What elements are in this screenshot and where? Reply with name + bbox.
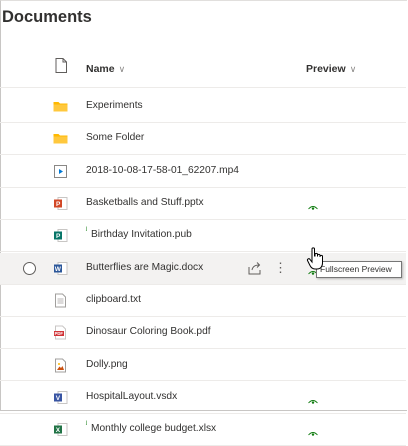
excel-file-icon: X [53,422,68,437]
powerpoint-file-icon: P [53,196,68,211]
visio-file-icon: V [53,390,68,405]
page-title: Documents [2,8,92,26]
file-name-link[interactable]: Monthly college budget.xlsx [91,423,216,434]
word-file-icon: W [53,261,68,276]
svg-text:P: P [56,201,61,208]
file-name-link[interactable]: Butterflies are Magic.docx [86,262,203,273]
file-type-header-icon[interactable] [55,58,67,73]
image-file-icon [53,358,68,373]
preview-column-label: Preview [306,63,346,75]
file-name-link[interactable]: Some Folder [86,132,144,143]
file-name-link[interactable]: Experiments [86,100,143,111]
hand-pointer-cursor-icon [306,247,323,270]
publisher-file-icon: P [53,228,68,243]
svg-text:PDF: PDF [55,331,64,336]
preview-eye-icon[interactable] [308,199,318,210]
video-file-icon [53,164,68,179]
chevron-down-icon: ∨ [118,64,126,74]
new-item-indicator-icon: ʲ [86,419,88,429]
name-column-label: Name [86,63,115,75]
svg-text:W: W [55,266,62,273]
file-name-link[interactable]: clipboard.txt [86,294,141,305]
file-name-link[interactable]: 2018-10-08-17-58-01_62207.mp4 [86,165,239,176]
folder-icon [53,99,68,114]
svg-text:V: V [56,395,61,402]
pdf-file-icon: PDF [53,325,68,340]
preview-eye-icon[interactable] [308,393,318,404]
folder-icon [53,131,68,146]
svg-text:P: P [56,233,61,240]
file-name-link[interactable]: Birthday Invitation.pub [91,229,192,240]
name-column-header[interactable]: Name ∨ [86,63,125,75]
chevron-down-icon: ∨ [349,64,357,74]
share-icon[interactable] [248,261,262,275]
row-select-radio[interactable] [23,261,36,275]
file-name-link[interactable]: Dolly.png [86,359,128,370]
svg-text:X: X [56,427,61,434]
text-file-icon [53,293,68,308]
fullscreen-preview-tooltip: Fullscreen Preview [316,261,402,278]
preview-column-header[interactable]: Preview ∨ [306,63,356,75]
file-name-link[interactable]: HospitalLayout.vsdx [86,391,177,402]
preview-eye-icon[interactable] [308,425,318,436]
file-name-link[interactable]: Dinosaur Coloring Book.pdf [86,326,211,337]
file-name-link[interactable]: Basketballs and Stuff.pptx [86,197,204,208]
new-item-indicator-icon: ʲ [86,225,88,235]
more-actions-icon[interactable]: ⋮ [274,260,287,275]
